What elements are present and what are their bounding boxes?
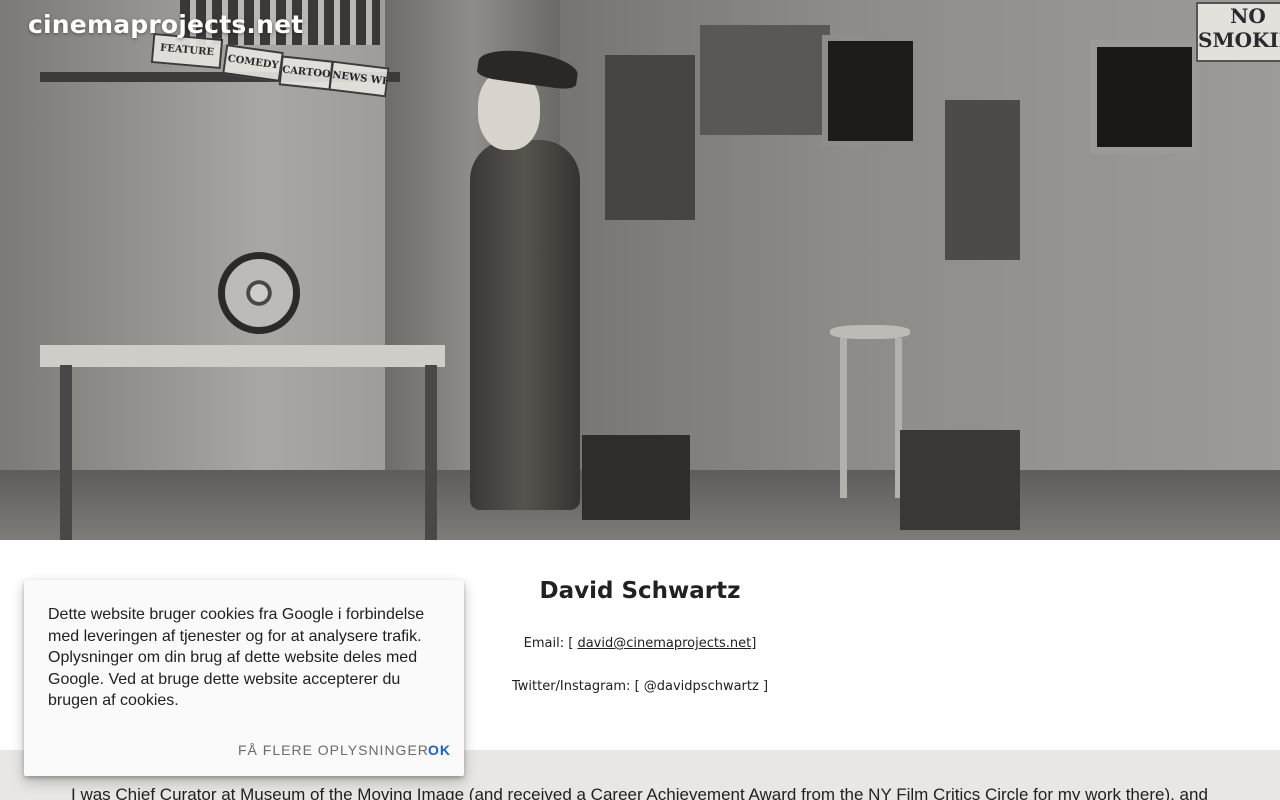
sign-line: SMOKING bbox=[1198, 28, 1280, 52]
hero-projector bbox=[945, 100, 1020, 260]
hero-crate bbox=[582, 435, 690, 520]
cookie-consent-dialog: Dette website bruger cookies fra Google … bbox=[24, 580, 464, 776]
ok-button[interactable]: OK bbox=[428, 742, 451, 758]
email-link[interactable]: david@cinemaprojects.net bbox=[577, 636, 751, 651]
hero-projector bbox=[700, 25, 830, 135]
hero-stool-leg bbox=[840, 338, 847, 498]
hero-banner: FEATURE COMEDY CARTOON NEWS WEEKLY NO SM… bbox=[0, 0, 1280, 540]
bio-text: I was Chief Curator at Museum of the Mov… bbox=[71, 785, 1208, 800]
hero-film-reel bbox=[218, 252, 300, 334]
cookie-message: Dette website bruger cookies fra Google … bbox=[48, 606, 425, 709]
hero-window bbox=[822, 35, 919, 147]
email-prefix: Email: [ bbox=[523, 636, 578, 651]
hero-stool bbox=[830, 325, 910, 339]
learn-more-button[interactable]: Få flere oplysninger bbox=[238, 742, 429, 758]
sign-line: NO bbox=[1230, 4, 1266, 28]
hero-figure-body bbox=[470, 140, 580, 510]
hero-table bbox=[40, 345, 445, 367]
hero-no-smoking-sign: NO SMOKING bbox=[1196, 2, 1280, 62]
hero-table-leg bbox=[425, 365, 437, 540]
site-title[interactable]: cinemaprojects.net bbox=[28, 10, 303, 39]
hero-projector bbox=[605, 55, 695, 220]
hero-table-leg bbox=[60, 365, 72, 540]
hero-shelf-label: CARTOON bbox=[278, 55, 334, 91]
email-suffix: ] bbox=[751, 636, 757, 651]
hero-crate bbox=[900, 430, 1020, 530]
hero-window bbox=[1090, 40, 1199, 154]
